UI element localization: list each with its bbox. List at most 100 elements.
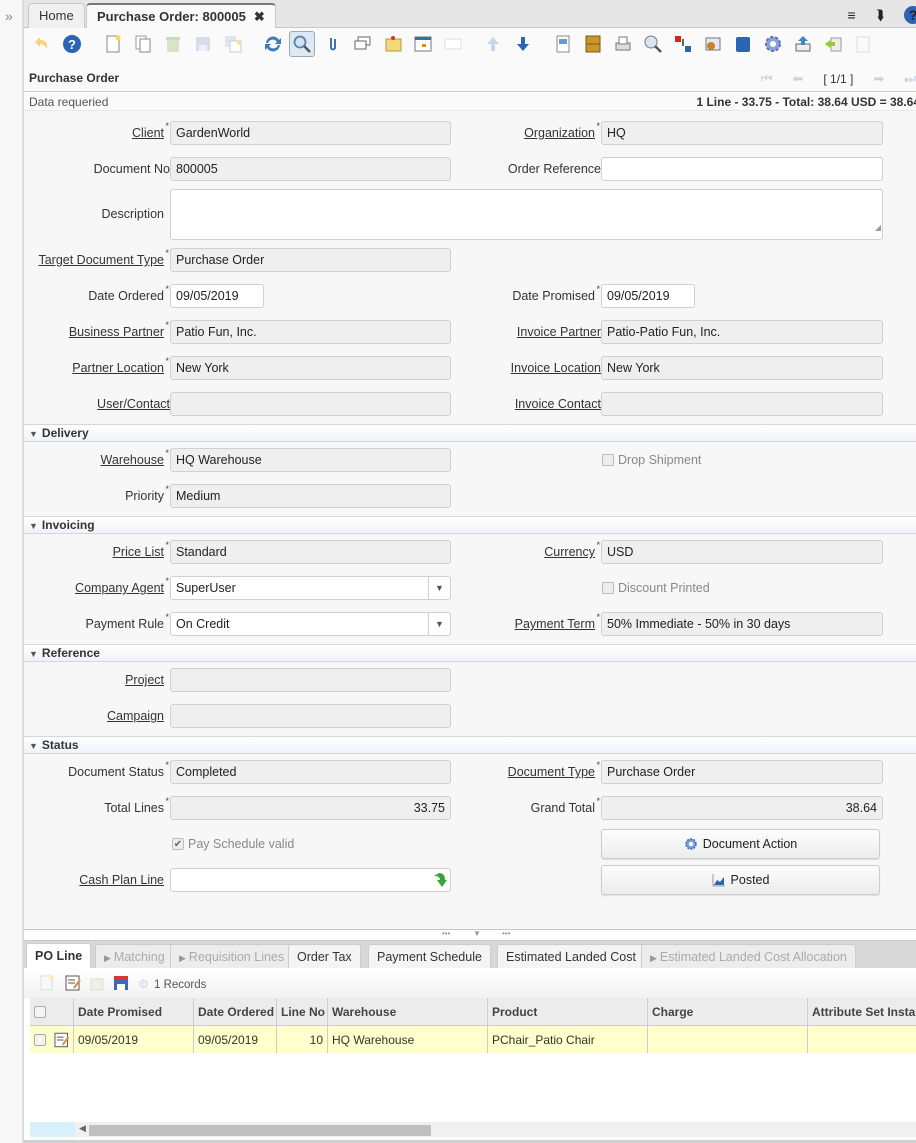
invoice-contact-label[interactable]: Invoice Contact xyxy=(515,397,601,411)
target-document-type-field[interactable]: Purchase Order xyxy=(170,248,451,272)
section-delivery[interactable]: ▼ Delivery xyxy=(24,424,916,442)
company-agent-label[interactable]: Company Agent * xyxy=(75,576,169,595)
business-partner-label[interactable]: Business Partner * xyxy=(69,320,169,339)
date-promised-input[interactable]: 09/05/2019 xyxy=(601,284,695,308)
invoice-contact-field[interactable] xyxy=(601,392,883,416)
payment-rule-select[interactable]: On Credit ▼ xyxy=(170,612,451,636)
project-label[interactable]: Project xyxy=(125,673,164,687)
workflow-button[interactable] xyxy=(700,31,726,57)
checkbox-box[interactable] xyxy=(602,454,614,466)
previous-record-button[interactable] xyxy=(480,31,506,57)
column-header[interactable]: Date Ordered xyxy=(194,998,277,1025)
previous-record-icon[interactable]: ⬅ xyxy=(792,71,803,87)
cell-attribute-set-instance[interactable] xyxy=(808,1026,916,1053)
order-reference-input[interactable] xyxy=(601,157,883,181)
save-new-button[interactable] xyxy=(220,31,246,57)
invoice-location-label[interactable]: Invoice Location xyxy=(511,361,601,375)
new-record-button[interactable] xyxy=(100,31,126,57)
priority-field[interactable]: Medium xyxy=(170,484,451,508)
target-document-type-label[interactable]: Target Document Type * xyxy=(38,248,169,267)
column-header[interactable]: Charge xyxy=(648,998,808,1025)
panel-splitter[interactable]: ••• ▼ ••• xyxy=(24,929,916,940)
cash-plan-line-input[interactable] xyxy=(170,868,451,892)
cell-date-ordered[interactable]: 09/05/2019 xyxy=(194,1026,277,1053)
help-button[interactable]: ? xyxy=(59,31,85,57)
next-record-button[interactable] xyxy=(510,31,536,57)
tab-order-tax[interactable]: Order Tax xyxy=(288,944,361,969)
splitter-toggle-icon[interactable]: ▼ xyxy=(473,929,481,938)
request-button[interactable] xyxy=(670,31,696,57)
project-field[interactable] xyxy=(170,668,451,692)
grid-toggle-button[interactable] xyxy=(410,31,436,57)
cell-date-promised[interactable]: 09/05/2019 xyxy=(74,1026,194,1053)
cash-plan-line-label[interactable]: Cash Plan Line xyxy=(79,873,164,887)
column-header[interactable]: Date Promised xyxy=(74,998,194,1025)
attachment-button[interactable] xyxy=(320,31,346,57)
save-button[interactable] xyxy=(190,31,216,57)
column-header[interactable]: Attribute Set Instance xyxy=(808,998,916,1025)
document-status-field[interactable]: Completed xyxy=(170,760,451,784)
tab-requisition-lines[interactable]: ▶ Requisition Lines xyxy=(170,944,294,969)
table-row[interactable]: 09/05/2019 09/05/2019 10 HQ Warehouse PC… xyxy=(30,1026,916,1053)
scroll-thumb[interactable] xyxy=(89,1125,431,1136)
campaign-field[interactable] xyxy=(170,704,451,728)
tab-home[interactable]: Home xyxy=(28,3,85,28)
export-button[interactable] xyxy=(790,31,816,57)
client-label[interactable]: Client * xyxy=(132,121,169,140)
description-textarea[interactable]: ◢ xyxy=(170,189,883,240)
process-button[interactable] xyxy=(760,31,786,57)
first-record-icon[interactable]: ⏮ xyxy=(761,71,773,87)
company-agent-select[interactable]: SuperUser ▼ xyxy=(170,576,451,600)
column-header[interactable]: Product xyxy=(488,998,648,1025)
price-list-field[interactable]: Standard xyxy=(170,540,451,564)
organization-field[interactable]: HQ xyxy=(601,121,883,145)
payment-term-field[interactable]: 50% Immediate - 50% in 30 days xyxy=(601,612,883,636)
document-action-button[interactable]: Document Action xyxy=(601,829,880,859)
cell-warehouse[interactable]: HQ Warehouse xyxy=(328,1026,488,1053)
select-all-checkbox[interactable] xyxy=(34,1005,46,1018)
document-type-label[interactable]: Document Type * xyxy=(508,760,600,779)
dropdown-arrow-icon[interactable]: ▼ xyxy=(428,613,450,635)
last-record-icon[interactable]: ⏭ xyxy=(904,71,916,87)
import-button[interactable] xyxy=(820,31,846,57)
partner-location-field[interactable]: New York xyxy=(170,356,451,380)
copy-record-button[interactable] xyxy=(130,31,156,57)
delete-record-button[interactable] xyxy=(160,31,186,57)
checkbox-box[interactable] xyxy=(602,582,614,594)
cell-line-no[interactable]: 10 xyxy=(277,1026,328,1053)
tab-purchase-order[interactable]: Purchase Order: 800005 ✖ xyxy=(86,3,276,29)
warehouse-field[interactable]: HQ Warehouse xyxy=(170,448,451,472)
campaign-label[interactable]: Campaign xyxy=(107,709,164,723)
document-no-field[interactable]: 800005 xyxy=(170,157,451,181)
resize-handle-icon[interactable]: ◢ xyxy=(875,217,881,239)
close-tab-icon[interactable]: ✖ xyxy=(254,9,265,24)
business-partner-field[interactable]: Patio Fun, Inc. xyxy=(170,320,451,344)
window-close-button[interactable] xyxy=(850,31,876,57)
invoice-partner-field[interactable]: Patio-Patio Fun, Inc. xyxy=(601,320,883,344)
warehouse-label[interactable]: Warehouse * xyxy=(101,448,169,467)
report-button[interactable] xyxy=(550,31,576,57)
expand-panel-icon[interactable]: » xyxy=(5,8,13,24)
refresh-button[interactable] xyxy=(260,31,286,57)
row-checkbox[interactable] xyxy=(34,1033,46,1046)
grid-save-button[interactable] xyxy=(112,974,130,992)
discount-printed-checkbox[interactable]: Discount Printed xyxy=(602,581,710,595)
currency-label[interactable]: Currency * xyxy=(544,540,600,559)
payment-term-label[interactable]: Payment Term * xyxy=(515,612,600,631)
grid-edit-button[interactable] xyxy=(64,974,82,992)
section-reference[interactable]: ▼ Reference xyxy=(24,644,916,662)
total-lines-field[interactable]: 33.75 xyxy=(170,796,451,820)
client-field[interactable]: GardenWorld xyxy=(170,121,451,145)
horizontal-scrollbar[interactable]: ◀ xyxy=(30,1122,916,1137)
tab-matching[interactable]: ▶ Matching xyxy=(95,944,174,969)
tab-estimated-landed-cost-allocation[interactable]: ▶ Estimated Landed Cost Allocation xyxy=(641,944,856,969)
multi-record-button[interactable] xyxy=(440,31,466,57)
dropdown-arrow-icon[interactable]: ▼ xyxy=(428,577,450,599)
next-record-icon[interactable]: ➡ xyxy=(873,71,884,87)
user-contact-field[interactable] xyxy=(170,392,451,416)
column-header[interactable]: Warehouse xyxy=(328,998,488,1025)
grand-total-field[interactable]: 38.64 xyxy=(601,796,883,820)
find-button[interactable] xyxy=(289,31,315,57)
cell-product[interactable]: PChair_Patio Chair xyxy=(488,1026,648,1053)
currency-field[interactable]: USD xyxy=(601,540,883,564)
